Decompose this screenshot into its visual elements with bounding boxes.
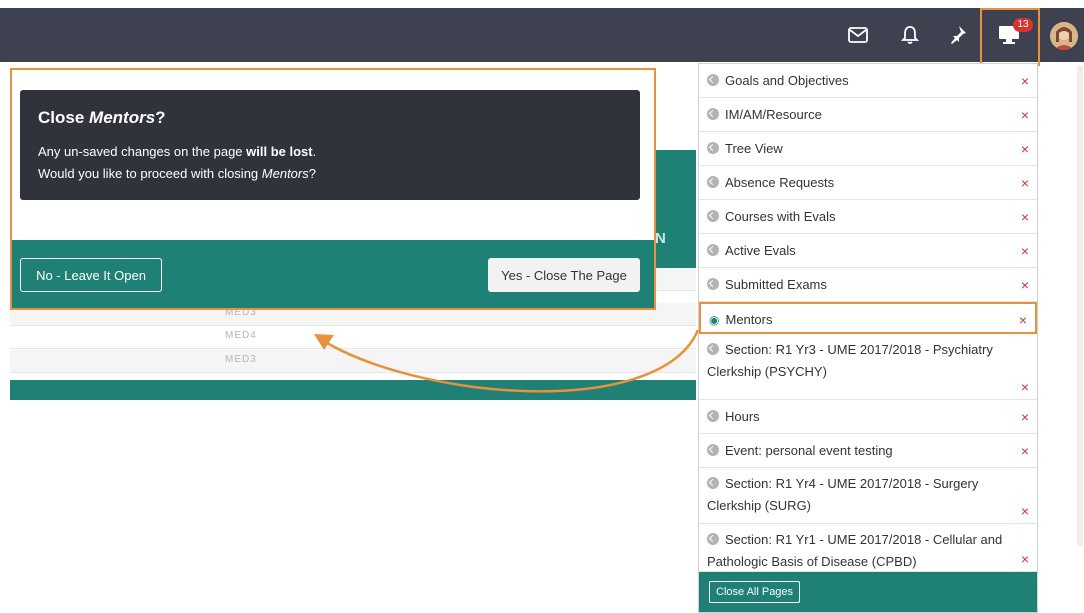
open-page-item-content: Event: personal event testing [707,440,1007,462]
open-page-item-label: Section: R1 Yr1 - UME 2017/2018 - Cellul… [707,532,1003,569]
modal-footer: No - Leave It Open Yes - Close The Page [12,240,654,308]
table-cell: MED3 [225,354,257,365]
open-page-item-content: Absence Requests [707,172,1007,194]
table-row: MED3 [10,350,696,373]
question-page-name: Mentors [261,166,309,181]
close-all-pages-button[interactable]: Close All Pages [709,581,801,603]
open-page-item-content: Section: R1 Yr1 - UME 2017/2018 - Cellul… [707,529,1007,573]
envelope-icon[interactable] [838,8,878,62]
open-page-item-label: Hours [725,409,760,424]
open-page-item-label: Goals and Objectives [725,73,849,88]
modal-title-prefix: Close [38,108,90,127]
pin-icon[interactable] [938,8,978,62]
open-page-item-content: Goals and Objectives [707,70,1007,92]
chevron-circle-icon [707,108,719,120]
close-icon[interactable]: × [1021,244,1029,258]
close-page-button[interactable]: Yes - Close The Page [488,258,640,292]
open-page-item[interactable]: Hours × [699,400,1037,434]
close-icon[interactable]: × [1021,108,1029,122]
notification-count-badge: 13 [1013,18,1033,32]
warning-suffix: . [312,144,317,159]
chevron-circle-icon [707,210,719,222]
open-page-item-content: ◉ Mentors [709,309,1005,331]
open-page-item[interactable]: Goals and Objectives × [699,64,1037,98]
modal-title-page-name: Mentors [89,108,156,127]
close-icon[interactable]: × [1021,74,1029,88]
close-icon[interactable]: × [1021,210,1029,224]
close-icon[interactable]: × [1021,504,1029,518]
bell-icon[interactable] [890,8,930,62]
leave-open-button[interactable]: No - Leave It Open [20,258,162,292]
open-page-item-label: Tree View [725,141,783,156]
open-page-item-label: Mentors [725,312,773,327]
chevron-circle-icon [707,244,719,256]
chevron-circle-icon [707,410,719,422]
open-page-item-content: IM/AM/Resource [707,104,1007,126]
open-page-item-label: Submitted Exams [725,277,827,292]
chevron-circle-icon [707,74,719,86]
chevron-circle-icon [707,477,719,489]
open-page-item[interactable]: Active Evals × [699,234,1037,268]
background-table-footer [10,380,696,400]
dropdown-footer: Close All Pages [699,572,1037,612]
open-page-item-label: Absence Requests [725,175,835,190]
close-icon[interactable]: × [1021,380,1029,394]
warning-emphasis: will be lost [246,144,313,159]
open-page-item-content: Section: R1 Yr3 - UME 2017/2018 - Psychi… [707,339,1007,383]
open-page-item[interactable]: Section: R1 Yr3 - UME 2017/2018 - Psychi… [699,334,1037,400]
confirm-question: Would you like to proceed with closing M… [38,166,316,181]
close-icon[interactable]: × [1021,444,1029,458]
open-page-item-content: Hours [707,406,1007,428]
open-page-item[interactable]: Submitted Exams × [699,268,1037,302]
chevron-circle-icon [707,343,719,355]
close-warning-alert: Close Mentors? Any un-saved changes on t… [20,90,640,200]
warning-message: Any un-saved changes on the page will be… [38,144,316,159]
open-page-item-label: Active Evals [725,243,796,258]
open-page-item-content: Section: R1 Yr4 - UME 2017/2018 - Surger… [707,473,1007,517]
open-page-item[interactable]: Section: R1 Yr4 - UME 2017/2018 - Surger… [699,468,1037,524]
open-page-item-label: Section: R1 Yr4 - UME 2017/2018 - Surger… [707,476,979,513]
chevron-circle-icon [707,444,719,456]
open-page-item[interactable]: Section: R1 Yr1 - UME 2017/2018 - Cellul… [699,524,1037,572]
open-page-item-content: Tree View [707,138,1007,160]
avatar[interactable] [1050,22,1078,50]
top-navigation-bar [0,8,1084,62]
chevron-circle-icon [707,533,719,545]
open-page-item[interactable]: Tree View × [699,132,1037,166]
open-page-item-label: Section: R1 Yr3 - UME 2017/2018 - Psychi… [707,342,993,379]
eye-icon: ◉ [709,313,720,327]
open-pages-button[interactable]: 13 [980,8,1040,66]
close-icon[interactable]: × [1021,142,1029,156]
chevron-circle-icon [707,278,719,290]
table-cell: MED4 [225,330,257,341]
open-page-item-label: Event: personal event testing [725,443,893,458]
open-page-item[interactable]: Event: personal event testing × [699,434,1037,468]
open-page-item[interactable]: Absence Requests × [699,166,1037,200]
close-icon[interactable]: × [1021,278,1029,292]
close-page-modal: Close Mentors? Any un-saved changes on t… [10,68,656,310]
modal-title: Close Mentors? [38,108,166,128]
open-page-item-label: Courses with Evals [725,209,836,224]
open-page-item-content: Courses with Evals [707,206,1007,228]
modal-title-suffix: ? [155,108,166,127]
background-column-label: N [655,230,666,247]
open-pages-dropdown: Section: R1 Yr1 - UME 2017/2018 - Cellul… [698,63,1038,613]
warning-text: Any un-saved changes on the page [38,144,247,159]
question-suffix: ? [308,166,316,181]
question-text: Would you like to proceed with closing [38,166,262,181]
chevron-circle-icon [707,176,719,188]
table-row: MED4 [10,326,696,349]
close-icon[interactable]: × [1021,552,1029,566]
chevron-circle-icon [707,142,719,154]
open-page-item-content: Active Evals [707,240,1007,262]
open-page-item-content: Submitted Exams [707,274,1007,296]
close-icon[interactable]: × [1021,176,1029,190]
page-scrollbar[interactable] [1077,66,1083,546]
open-page-item[interactable]: IM/AM/Resource × [699,98,1037,132]
close-icon[interactable]: × [1019,313,1027,327]
close-icon[interactable]: × [1021,410,1029,424]
open-page-item[interactable]: ◉ Mentors × [699,302,1037,334]
open-page-item-label: IM/AM/Resource [725,107,822,122]
open-page-item[interactable]: Courses with Evals × [699,200,1037,234]
